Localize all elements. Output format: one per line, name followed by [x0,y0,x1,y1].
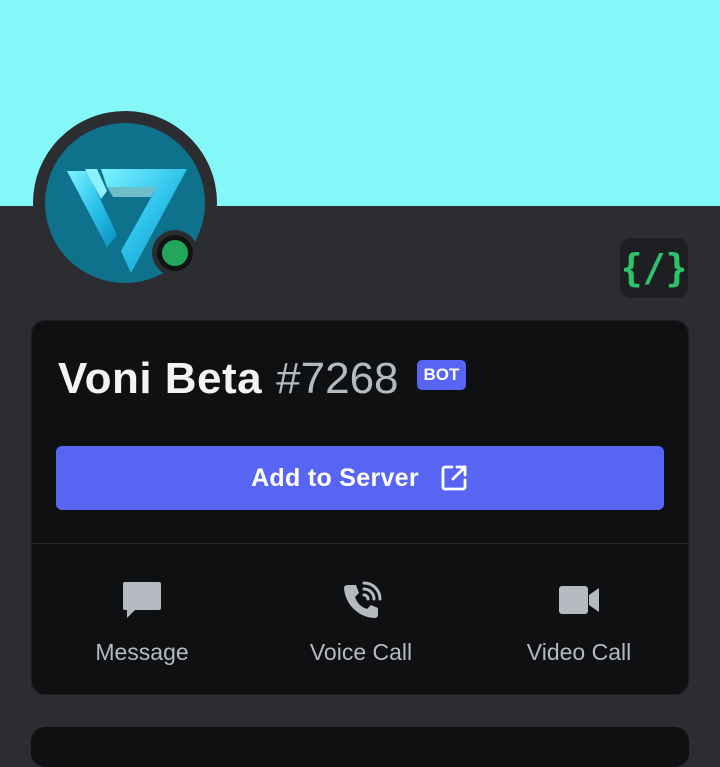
profile-card: Voni Beta #7268 BOT Add to Server Messag… [31,320,689,695]
bot-tag-badge: BOT [416,360,467,390]
video-call-label: Video Call [526,639,632,665]
video-icon [557,576,601,624]
message-icon [121,576,163,624]
message-label: Message [95,639,189,665]
avatar[interactable] [33,111,217,295]
name-row: Voni Beta #7268 BOT [58,351,467,407]
action-bar: Message Voice Call Video Call [32,544,688,694]
phone-icon [340,576,382,624]
add-to-server-label: Add to Server [251,463,419,492]
message-button[interactable]: Message [72,544,212,684]
discriminator: #7268 [276,354,399,403]
add-to-server-button[interactable]: Add to Server [56,446,664,510]
svg-text:{/}: {/} [624,246,684,290]
next-section-card [31,727,689,767]
voice-call-label: Voice Call [309,639,413,665]
slash-commands-icon[interactable]: {/} [620,238,688,298]
voice-call-button[interactable]: Voice Call [291,544,431,684]
status-indicator [152,230,198,276]
external-link-icon [439,463,469,493]
username: Voni Beta [58,354,263,403]
video-call-button[interactable]: Video Call [509,544,649,684]
